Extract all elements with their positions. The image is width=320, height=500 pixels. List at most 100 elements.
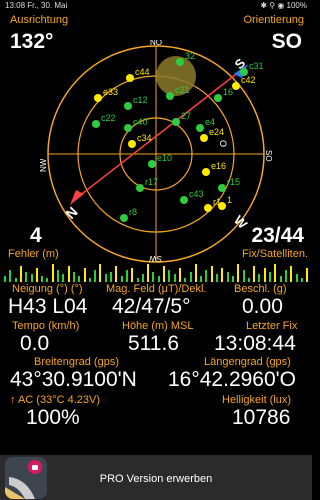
cardinal-southeast: SO xyxy=(264,150,272,162)
svg-text:r17: r17 xyxy=(145,177,158,187)
signal-bar xyxy=(62,274,65,282)
accuracy-value: 4 xyxy=(30,224,42,247)
signal-bar xyxy=(14,278,17,282)
satellite-c43: c43 xyxy=(180,189,204,204)
svg-text:e10: e10 xyxy=(157,153,172,163)
signal-bar xyxy=(4,276,6,282)
orientation-value: SO xyxy=(271,30,302,53)
fix-label: Fix/Satelliten. xyxy=(241,248,308,260)
signal-bar xyxy=(35,268,38,282)
mag-label: Mag. Feld (μT)/Dekl. xyxy=(106,283,207,295)
satellite-c44: c44 xyxy=(126,67,150,82)
satellite-c40: c40 xyxy=(124,117,148,132)
svg-text:e24: e24 xyxy=(209,127,224,137)
longitude-value: 16°42.2960'O xyxy=(168,368,297,391)
satellite-c12: c12 xyxy=(124,95,148,110)
signal-bar xyxy=(210,266,213,282)
signal-bar xyxy=(263,268,266,282)
signal-bar xyxy=(274,264,277,282)
latitude-value: 43°30.9100'N xyxy=(10,368,137,391)
signal-bar xyxy=(141,274,144,282)
status-bar: 13:08 Fr., 30. Mai ✱ ⚲ ◉ 100% xyxy=(0,0,312,12)
signal-bar xyxy=(94,270,97,282)
tilt-label: Neigung (°) (°) xyxy=(12,283,83,295)
signal-bar xyxy=(253,266,256,282)
accel-value: 0.00 xyxy=(242,295,283,318)
svg-text:e16: e16 xyxy=(211,161,226,171)
battery-label: ↑ AC (33°C 4.23V) xyxy=(10,394,100,406)
signal-bar xyxy=(216,274,218,282)
status-battery: ✱ ⚲ ◉ 100% xyxy=(260,1,307,10)
satellite-e33: e33 xyxy=(94,87,118,102)
signal-bar xyxy=(67,266,70,282)
svg-text:r15: r15 xyxy=(227,177,240,187)
last-fix-label: Letzter Fix xyxy=(246,320,298,332)
cardinal-northeast: NO xyxy=(150,40,162,47)
svg-text:c40: c40 xyxy=(133,117,148,127)
satellite-e10: e10 xyxy=(148,153,172,168)
svg-text:27: 27 xyxy=(181,111,191,121)
signal-strength-bars xyxy=(0,262,312,282)
north-arrow-icon xyxy=(70,190,84,205)
svg-text:r8: r8 xyxy=(129,207,137,217)
signal-bar xyxy=(173,274,176,282)
satellite-c22: c22 xyxy=(92,113,116,128)
satellite-27: 27 xyxy=(172,111,191,126)
signal-bar xyxy=(83,268,86,282)
signal-bar xyxy=(205,270,208,282)
speed-value: 0.0 xyxy=(20,332,50,355)
signal-bar xyxy=(57,270,59,282)
signal-bar xyxy=(110,272,112,282)
status-time: 13:08 Fr., 30. Mai xyxy=(5,1,68,10)
pro-version-button[interactable]: PRO Version erwerben xyxy=(0,473,312,485)
satellite-c34: c34 xyxy=(128,133,152,148)
satellite-r15: r15 xyxy=(218,177,240,192)
signal-bar xyxy=(189,272,192,282)
satellite-r8: r8 xyxy=(120,207,137,222)
signal-bar xyxy=(25,272,28,282)
signal-bar xyxy=(194,264,197,282)
mag-value: 42/47/5° xyxy=(112,295,191,318)
signal-bar xyxy=(51,264,54,282)
signal-bar xyxy=(290,266,293,282)
signal-bar xyxy=(178,268,181,282)
bearing-label: Ausrichtung xyxy=(10,14,69,26)
svg-text:c42: c42 xyxy=(241,75,256,85)
latitude-label: Breitengrad (gps) xyxy=(34,356,119,368)
signal-bar xyxy=(136,278,139,282)
satellite-c42: c42 xyxy=(232,75,256,90)
signal-bar xyxy=(78,276,81,282)
tilt-value: H43 L04 xyxy=(8,295,88,318)
svg-text:c22: c22 xyxy=(101,113,116,123)
signal-bar xyxy=(184,278,187,282)
altitude-label: Höhe (m) MSL xyxy=(122,320,194,332)
svg-text:c44: c44 xyxy=(135,67,150,77)
signal-bar xyxy=(30,274,33,282)
fix-value: 23/44 xyxy=(251,224,304,247)
signal-bar xyxy=(269,272,271,282)
signal-bar xyxy=(99,264,102,282)
signal-bar xyxy=(131,268,134,282)
light-value: 10786 xyxy=(232,406,291,429)
signal-bar xyxy=(242,270,245,282)
svg-text:c21: c21 xyxy=(175,85,190,95)
svg-text:c43: c43 xyxy=(189,189,204,199)
pro-banner[interactable]: PRO Version erwerben xyxy=(0,455,312,500)
svg-text:c34: c34 xyxy=(137,133,152,143)
signal-bar xyxy=(9,270,12,282)
sky-plot[interactable]: O SO NW SW NO N W S 32c44c42c31e33 c21 16c… xyxy=(40,40,272,268)
signal-bar xyxy=(147,264,150,282)
svg-text:e33: e33 xyxy=(103,87,118,97)
signal-bar xyxy=(200,276,203,282)
accel-label: Beschl. (g) xyxy=(234,283,287,295)
signal-bar xyxy=(306,268,309,282)
signal-bar xyxy=(163,266,165,282)
satellite-e16: e16 xyxy=(202,161,226,176)
accuracy-label: Fehler (m) xyxy=(8,248,59,260)
signal-bar xyxy=(300,278,303,282)
signal-bar xyxy=(19,266,22,282)
svg-text:e4: e4 xyxy=(205,117,215,127)
signal-bar xyxy=(247,278,250,282)
cardinal-northwest: NW xyxy=(40,158,48,172)
svg-text:c31: c31 xyxy=(249,61,264,71)
